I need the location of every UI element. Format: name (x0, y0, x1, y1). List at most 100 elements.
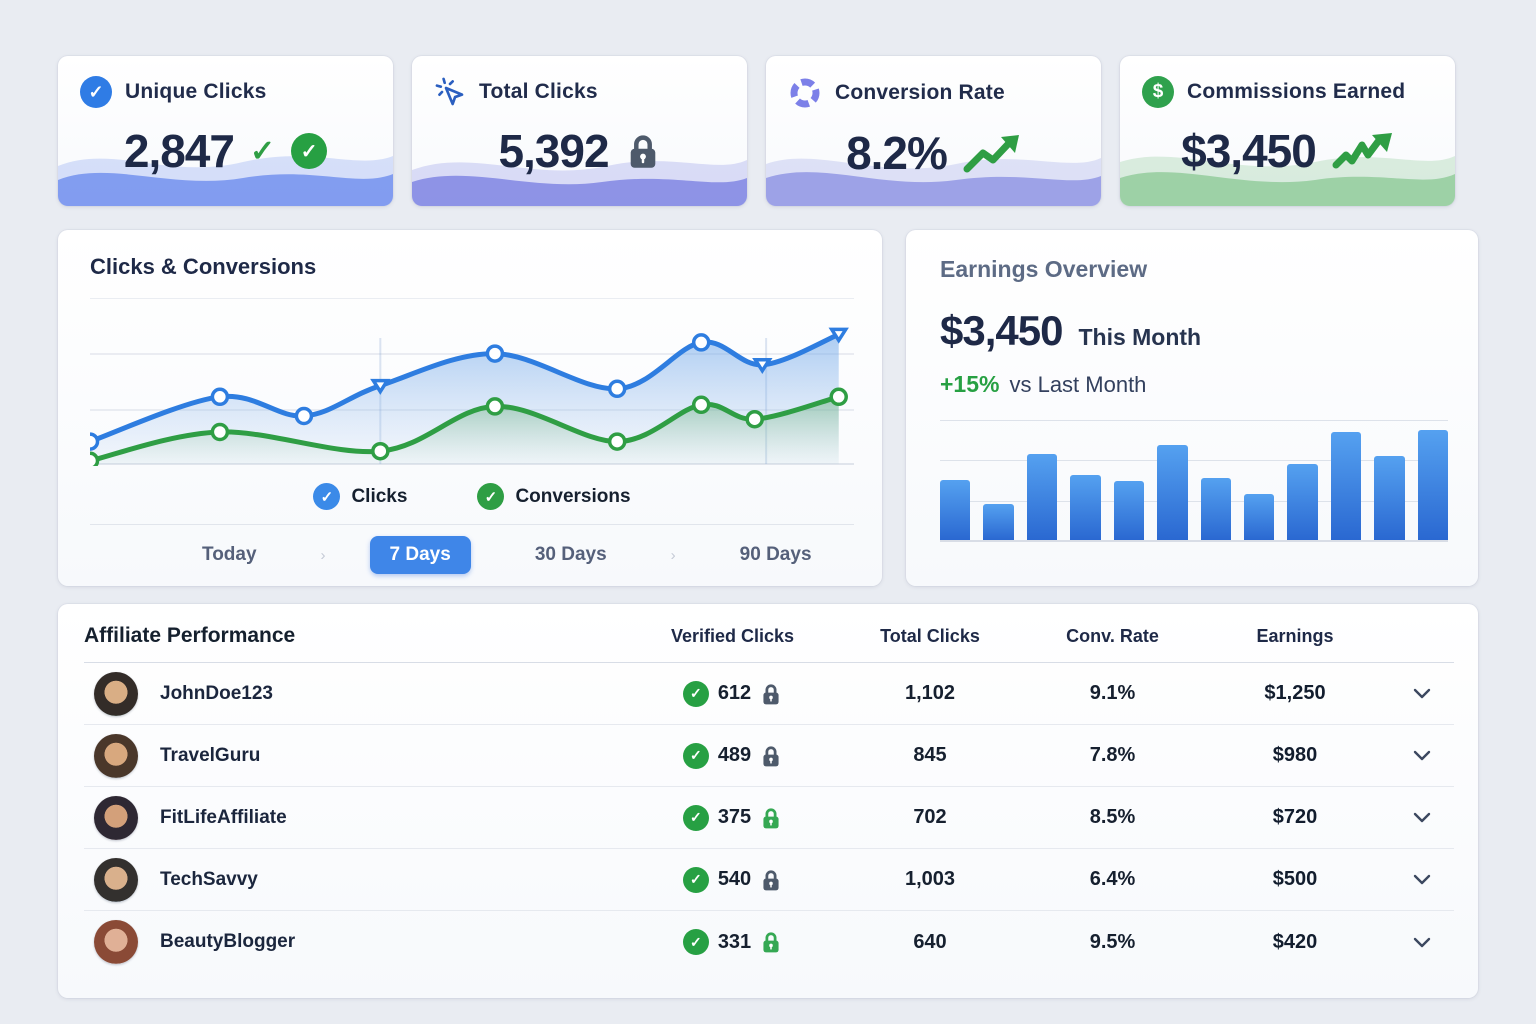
tab-30-days[interactable]: 30 Days (515, 536, 627, 574)
table-title: Affiliate Performance (84, 624, 630, 648)
column-header-conv-rate: Conv. Rate (1025, 626, 1200, 647)
column-header-earnings: Earnings (1200, 626, 1390, 647)
chevron-down-icon[interactable] (1413, 874, 1431, 885)
earnings-overview-card: Earnings Overview $3,450 This Month +15%… (906, 230, 1478, 586)
earnings-bar (1157, 445, 1187, 540)
conv-rate-value: 9.1% (1025, 682, 1200, 705)
stat-value: $3,450 (1181, 124, 1316, 178)
clicks-check-icon: ✓ (313, 483, 340, 510)
table-row[interactable]: TravelGuru ✓ 489 845 7.8% $980 (84, 725, 1454, 787)
earnings-value: $980 (1200, 744, 1390, 767)
trend-up-icon (963, 131, 1021, 175)
conversions-check-icon: ✓ (477, 483, 504, 510)
lock-icon (760, 867, 782, 893)
column-header-total-clicks: Total Clicks (835, 626, 1025, 647)
lock-icon (760, 743, 782, 769)
total-clicks-value: 1,003 (835, 868, 1025, 891)
earnings-amount: $3,450 (940, 307, 1062, 355)
time-range-tabs: Today › 7 Days 30 Days › 90 Days (90, 524, 854, 574)
chevron-right-icon: › (671, 547, 676, 564)
stat-label: Total Clicks (479, 80, 598, 104)
earnings-title: Earnings Overview (940, 256, 1448, 283)
bar-chart-bars (940, 420, 1448, 542)
verified-check-icon: ✓ (683, 867, 709, 893)
stat-label: Conversion Rate (835, 81, 1005, 105)
cursor-click-icon (434, 76, 466, 108)
lock-icon (760, 805, 782, 831)
earnings-bar (1287, 464, 1317, 540)
check-icon: ✓ (250, 134, 275, 169)
affiliate-name: TravelGuru (160, 745, 260, 767)
chevron-right-icon: › (321, 547, 326, 564)
stat-value: 2,847 (124, 124, 234, 178)
legend-item-clicks[interactable]: ✓ Clicks (313, 483, 407, 510)
earnings-value: $500 (1200, 868, 1390, 891)
tab-90-days[interactable]: 90 Days (720, 536, 832, 574)
earnings-bar (940, 480, 970, 540)
avatar (94, 858, 138, 902)
affiliate-performance-card: Affiliate Performance Verified Clicks To… (58, 604, 1478, 998)
tab-7-days[interactable]: 7 Days (370, 536, 471, 574)
total-clicks-value: 702 (835, 806, 1025, 829)
stat-card-commissions-earned: $ Commissions Earned $3,450 (1120, 56, 1455, 206)
table-row[interactable]: BeautyBlogger ✓ 331 640 9.5% $420 (84, 911, 1454, 973)
earnings-bar (1244, 494, 1274, 540)
tab-today[interactable]: Today (182, 536, 277, 574)
verified-check-icon: ✓ (683, 929, 709, 955)
stat-label: Unique Clicks (125, 80, 266, 104)
earnings-delta-label: vs Last Month (1009, 372, 1146, 398)
earnings-bar (983, 504, 1013, 540)
chevron-down-icon[interactable] (1413, 688, 1431, 699)
earnings-value: $420 (1200, 931, 1390, 954)
legend-item-conversions[interactable]: ✓ Conversions (477, 483, 630, 510)
stat-value: 8.2% (846, 126, 947, 180)
earnings-bar (1027, 454, 1057, 540)
earnings-bar (1418, 430, 1448, 540)
earnings-bar (1201, 478, 1231, 540)
dollar-circle-icon: $ (1142, 76, 1174, 108)
table-row[interactable]: TechSavvy ✓ 540 1,003 6.4% $500 (84, 849, 1454, 911)
trend-zigzag-icon (1332, 129, 1394, 173)
clicks-conversions-card: Clicks & Conversions (58, 230, 882, 586)
chevron-down-icon[interactable] (1413, 812, 1431, 823)
table-header: Affiliate Performance Verified Clicks To… (84, 624, 1454, 663)
chart-title: Clicks & Conversions (90, 254, 854, 280)
stat-card-unique-clicks: ✓ Unique Clicks 2,847 ✓ ✓ (58, 56, 393, 206)
table-body: JohnDoe123 ✓ 612 1,102 9.1% $1,250 Trave… (84, 663, 1454, 973)
lock-icon (625, 132, 661, 170)
chart-legend: ✓ Clicks ✓ Conversions (90, 483, 854, 510)
stat-value: 5,392 (498, 124, 608, 178)
dashboard-page: ✓ Unique Clicks 2,847 ✓ ✓ Total Clicks (58, 0, 1478, 998)
earnings-value: $720 (1200, 806, 1390, 829)
clicks-conversions-chart (90, 298, 854, 466)
conv-rate-value: 9.5% (1025, 931, 1200, 954)
earnings-bar-chart (940, 420, 1448, 542)
earnings-delta: +15% (940, 371, 999, 398)
total-clicks-value: 845 (835, 744, 1025, 767)
affiliate-name: BeautyBlogger (160, 931, 295, 953)
affiliate-name: JohnDoe123 (160, 683, 273, 705)
verified-clicks-value: 331 (718, 931, 751, 954)
lock-icon (760, 929, 782, 955)
chevron-down-icon[interactable] (1413, 937, 1431, 948)
column-header-verified-clicks: Verified Clicks (630, 626, 835, 647)
earnings-bar (1374, 456, 1404, 540)
lock-icon (760, 681, 782, 707)
verified-check-icon: ✓ (683, 681, 709, 707)
verified-clicks-value: 612 (718, 682, 751, 705)
verified-clicks-value: 375 (718, 806, 751, 829)
earnings-bar (1070, 475, 1100, 540)
table-row[interactable]: JohnDoe123 ✓ 612 1,102 9.1% $1,250 (84, 663, 1454, 725)
earnings-bar (1114, 481, 1144, 540)
avatar (94, 734, 138, 778)
verified-circle-icon: ✓ (291, 133, 327, 169)
total-clicks-value: 1,102 (835, 682, 1025, 705)
stat-card-conversion-rate: Conversion Rate 8.2% (766, 56, 1101, 206)
avatar (94, 672, 138, 716)
conv-rate-value: 8.5% (1025, 806, 1200, 829)
earnings-period: This Month (1078, 324, 1201, 351)
legend-label: Clicks (351, 486, 407, 508)
conv-rate-value: 7.8% (1025, 744, 1200, 767)
table-row[interactable]: FitLifeAffiliate ✓ 375 702 8.5% $720 (84, 787, 1454, 849)
chevron-down-icon[interactable] (1413, 750, 1431, 761)
